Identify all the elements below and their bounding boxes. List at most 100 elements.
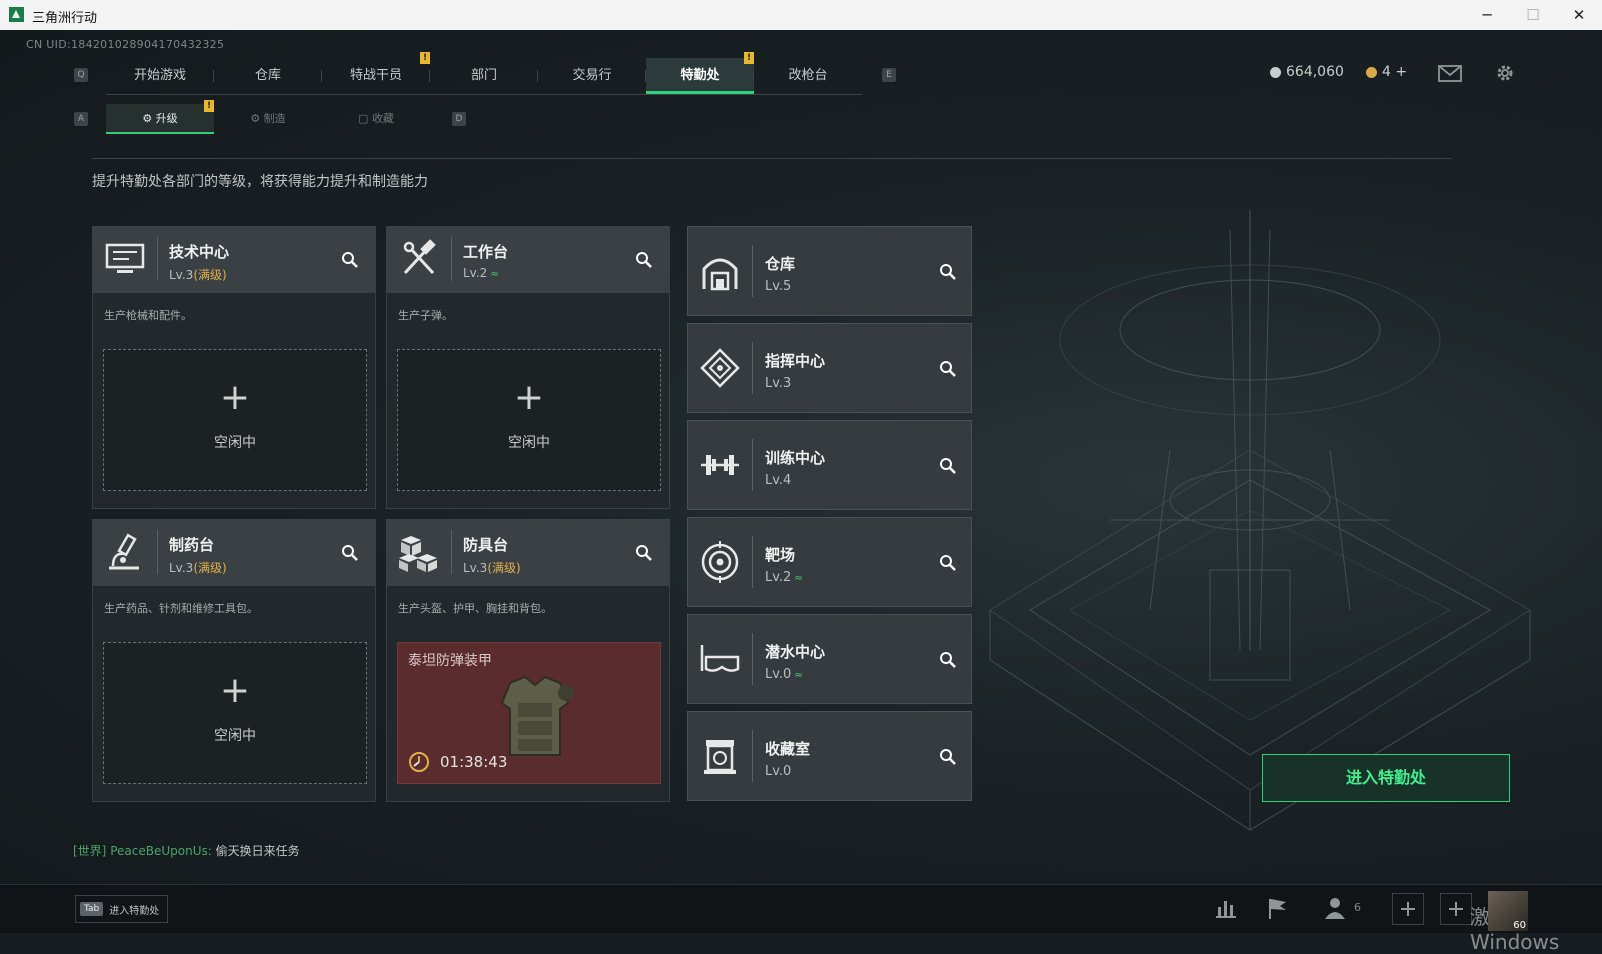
computer-icon bbox=[105, 243, 145, 273]
level-text: Lv.0 bbox=[765, 667, 792, 682]
max-level-tag: (满级) bbox=[193, 561, 227, 575]
add-icon: + bbox=[513, 377, 545, 418]
card-separator bbox=[752, 245, 753, 297]
settings-gear-icon[interactable] bbox=[1492, 62, 1518, 84]
tab-department[interactable]: 部门 bbox=[430, 58, 538, 94]
facility-card-shooting-range[interactable]: 靶场 Lv.2 ≈ bbox=[687, 517, 972, 607]
base-artwork bbox=[989, 210, 1531, 831]
facility-card-collection-room[interactable]: 收藏室 Lv.0 bbox=[687, 711, 972, 801]
level-text: Lv.2 bbox=[463, 266, 488, 280]
special-ops-alert-badge: ! bbox=[744, 52, 754, 64]
level-text: Lv.3 bbox=[169, 268, 194, 282]
max-level-tag: (满级) bbox=[193, 268, 227, 282]
player-uid: CN UID:184201028904170432325 bbox=[26, 38, 225, 51]
window-titlebar: 三角洲行动 ─ ☐ ✕ bbox=[0, 0, 1602, 30]
mail-icon[interactable] bbox=[1437, 62, 1463, 84]
subtab-craft[interactable]: ⚙ 制造 bbox=[214, 104, 322, 134]
workbench-name: 防具台 bbox=[463, 536, 509, 554]
chat-message[interactable]: [世界] PeaceBeUponUs: 偷天换日来任务 bbox=[73, 842, 300, 859]
crafting-slot[interactable]: 泰坦防弹装甲 01:38:43 bbox=[397, 642, 661, 784]
tab-special-ops[interactable]: 特勤处 bbox=[646, 58, 754, 94]
warehouse-icon bbox=[702, 258, 738, 291]
section-divider bbox=[92, 158, 1452, 159]
search-icon[interactable] bbox=[635, 544, 653, 562]
target-icon bbox=[701, 541, 739, 583]
add-team-slot-icon[interactable] bbox=[1440, 893, 1472, 925]
subnav-prev-key[interactable]: A bbox=[74, 112, 88, 126]
ticket-balance[interactable]: 4 + bbox=[1366, 64, 1407, 80]
nav-prev-key[interactable]: Q bbox=[74, 68, 88, 82]
search-icon[interactable] bbox=[341, 251, 359, 269]
upgrade-available-icon: ≈ bbox=[794, 670, 803, 681]
enter-special-ops-button[interactable]: 进入特勤处 bbox=[1262, 754, 1510, 802]
slot-status: 空闲中 bbox=[214, 435, 256, 451]
player-level: 60 bbox=[1513, 920, 1526, 931]
facility-card-command-center[interactable]: 指挥中心 Lv.3 bbox=[687, 323, 972, 413]
search-icon[interactable] bbox=[939, 263, 957, 281]
add-icon: + bbox=[219, 670, 251, 711]
slot-status: 空闲中 bbox=[508, 435, 550, 451]
search-icon[interactable] bbox=[939, 360, 957, 378]
enter-special-ops-hint[interactable]: Tab 进入特勤处 bbox=[75, 895, 169, 923]
card-separator bbox=[752, 633, 753, 685]
card-header: 防具台 Lv.3(满级) bbox=[387, 520, 669, 586]
card-separator bbox=[752, 342, 753, 394]
subtab-collection[interactable]: ▢ 收藏 bbox=[322, 104, 430, 134]
workbench-description: 生产子弹。 bbox=[398, 309, 453, 322]
production-slot[interactable]: + 空闲中 bbox=[103, 642, 367, 784]
minimize-button[interactable]: ─ bbox=[1464, 0, 1510, 30]
facility-name: 潜水中心 bbox=[765, 643, 826, 661]
production-slot[interactable]: + 空闲中 bbox=[103, 349, 367, 491]
close-button[interactable]: ✕ bbox=[1556, 0, 1602, 30]
coin-amount: 664,060 bbox=[1286, 64, 1344, 80]
facility-card-diving-center[interactable]: 潜水中心 Lv.0 ≈ bbox=[687, 614, 972, 704]
tab-warehouse[interactable]: 仓库 bbox=[214, 58, 322, 94]
search-icon[interactable] bbox=[341, 544, 359, 562]
tab-gunsmith[interactable]: 改枪台 bbox=[754, 58, 862, 94]
workbench-card-workbench[interactable]: 工作台 Lv.2 ≈ 生产子弹。 + 空闲中 bbox=[386, 226, 670, 509]
header-separator bbox=[451, 237, 452, 281]
player-avatar[interactable]: 60 bbox=[1488, 891, 1528, 931]
sub-nav: ⚙ 升级 ⚙ 制造 ▢ 收藏 bbox=[106, 104, 430, 134]
add-icon: + bbox=[219, 377, 251, 418]
nav-next-key[interactable]: E bbox=[882, 68, 896, 82]
chat-user: PeaceBeUponUs: bbox=[110, 844, 212, 858]
slot-status: 空闲中 bbox=[214, 728, 256, 744]
facility-card-warehouse[interactable]: 仓库 Lv.5 bbox=[687, 226, 972, 316]
tab-start-game[interactable]: 开始游戏 bbox=[106, 58, 214, 94]
subnav-next-key[interactable]: D bbox=[452, 112, 466, 126]
search-icon[interactable] bbox=[635, 251, 653, 269]
upgrade-available-icon: ≈ bbox=[490, 269, 499, 280]
chat-text: 偷天换日来任务 bbox=[215, 844, 300, 858]
search-icon[interactable] bbox=[939, 457, 957, 475]
add-team-slot-icon[interactable] bbox=[1392, 893, 1424, 925]
workbench-name: 技术中心 bbox=[169, 243, 230, 261]
facility-level: Lv.0 ≈ bbox=[765, 667, 803, 682]
coin-balance: 664,060 bbox=[1270, 64, 1344, 80]
facility-card-training-center[interactable]: 训练中心 Lv.4 bbox=[687, 420, 972, 510]
tab-key: Tab bbox=[80, 902, 104, 916]
tab-market[interactable]: 交易行 bbox=[538, 58, 646, 94]
production-slot[interactable]: + 空闲中 bbox=[397, 349, 661, 491]
stats-chart-icon[interactable] bbox=[1210, 893, 1240, 923]
upgrade-available-icon: ≈ bbox=[794, 573, 803, 584]
workbench-description: 生产头盔、护甲、胸挂和背包。 bbox=[398, 602, 552, 615]
subtab-upgrade[interactable]: ⚙ 升级 bbox=[106, 104, 214, 134]
facility-level: Lv.4 bbox=[765, 473, 792, 488]
workbench-card-tech-center[interactable]: 技术中心 Lv.3(满级) 生产枪械和配件。 + 空闲中 bbox=[92, 226, 376, 509]
search-icon[interactable] bbox=[939, 651, 957, 669]
flag-icon[interactable] bbox=[1262, 893, 1292, 923]
card-separator bbox=[752, 730, 753, 782]
search-icon[interactable] bbox=[939, 554, 957, 572]
friends-icon[interactable] bbox=[1322, 893, 1352, 923]
card-separator bbox=[752, 439, 753, 491]
ticket-amount: 4 + bbox=[1382, 64, 1408, 80]
maximize-button[interactable]: ☐ bbox=[1510, 0, 1556, 30]
dumbbell-icon bbox=[701, 455, 739, 475]
facility-name: 仓库 bbox=[765, 255, 796, 273]
workbench-card-armor[interactable]: 防具台 Lv.3(满级) 生产头盔、护甲、胸挂和背包。 泰坦防弹装甲 01:38… bbox=[386, 519, 670, 802]
workbench-card-pharmacy[interactable]: 制药台 Lv.3(满级) 生产药品、针剂和维修工具包。 + 空闲中 bbox=[92, 519, 376, 802]
tab-operators[interactable]: 特战干员 bbox=[322, 58, 430, 94]
search-icon[interactable] bbox=[939, 748, 957, 766]
facility-name: 训练中心 bbox=[765, 449, 826, 467]
